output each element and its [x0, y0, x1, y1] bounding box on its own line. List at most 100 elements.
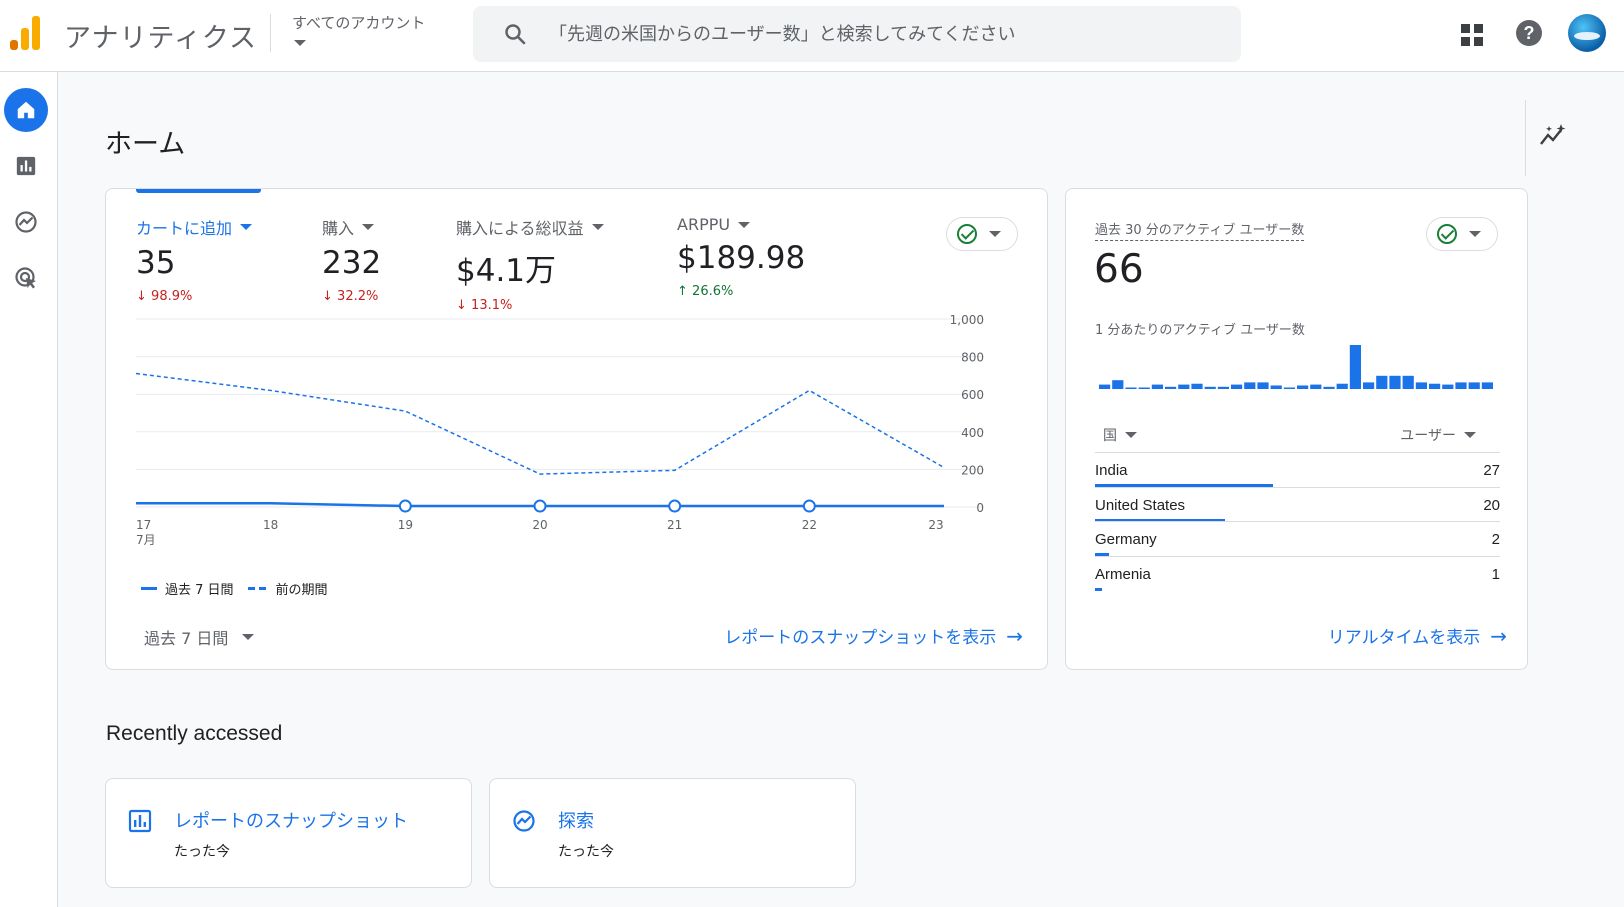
minute-bar: [1455, 382, 1467, 389]
recent-item-time: たった今: [174, 844, 230, 860]
minute-bar: [1415, 382, 1427, 389]
minute-bar: [1349, 345, 1361, 389]
minute-bar: [1442, 384, 1454, 389]
top-bar: アナリティクス すべてのアカウント ?: [0, 0, 1624, 72]
app-title: アナリティクス: [64, 23, 258, 54]
search-bar[interactable]: [473, 6, 1241, 62]
account-selector-label[interactable]: すべてのアカウント: [292, 12, 425, 33]
data-quality-button[interactable]: [1426, 217, 1498, 251]
minute-bar: [1165, 386, 1177, 389]
table-row[interactable]: United States 20: [1095, 486, 1500, 522]
country-name: India: [1095, 462, 1128, 479]
table-row[interactable]: Armenia 1: [1095, 555, 1500, 591]
metric-value: $189.98: [677, 240, 806, 276]
realtime-sub-label: 1 分あたりのアクティブ ユーザー数: [1095, 323, 1305, 338]
account-dropdown-icon[interactable]: [294, 40, 306, 46]
header-divider: [270, 14, 271, 52]
minute-bar: [1363, 382, 1375, 389]
arrow-down-icon: ↓: [136, 289, 147, 304]
user-count: 27: [1483, 462, 1500, 479]
metric-delta: 32.2%: [337, 289, 379, 304]
recent-item-title: レポートのスナップショット: [174, 811, 408, 832]
chevron-down-icon: [738, 221, 751, 228]
chart-legend: 過去 7 日間 前の期間: [141, 579, 328, 598]
minute-bar: [1323, 386, 1335, 389]
x-tick-label: 21: [667, 518, 682, 532]
data-point: [802, 499, 816, 513]
legend-solid-swatch: [141, 587, 157, 590]
realtime-value: 66: [1094, 247, 1144, 292]
analytics-logo-icon[interactable]: [8, 14, 42, 50]
x-tick-label: 19: [398, 518, 413, 532]
minute-bar: [1231, 384, 1243, 389]
nav-reports[interactable]: [4, 144, 48, 188]
minute-bar: [1125, 387, 1137, 389]
chevron-down-icon: [989, 231, 1001, 237]
search-icon: [505, 24, 526, 45]
country-column-label: 国: [1103, 428, 1117, 444]
overview-card: カートに追加 35 ↓ 98.9% 購入 232 ↓ 32.2% 購入による総収…: [105, 188, 1048, 670]
user-count: 20: [1483, 496, 1500, 514]
recent-item-report-snapshot[interactable]: レポートのスナップショット たった今: [105, 778, 472, 888]
view-snapshot-link[interactable]: レポートのスナップショットを表示 →: [724, 623, 1023, 649]
metric-purchases[interactable]: 購入 232 ↓ 32.2%: [322, 215, 381, 304]
report-snapshot-icon: [128, 809, 152, 833]
minute-bar: [1244, 382, 1256, 389]
chevron-down-icon: [242, 634, 255, 640]
search-input[interactable]: [549, 6, 1229, 62]
metric-add-to-cart[interactable]: カートに追加 35 ↓ 98.9%: [136, 215, 253, 304]
user-count: 2: [1491, 531, 1500, 548]
view-realtime-link[interactable]: リアルタイムを表示 →: [1328, 623, 1507, 649]
metric-delta: 98.9%: [151, 289, 193, 304]
minute-bar: [1376, 375, 1388, 389]
help-icon[interactable]: ?: [1516, 20, 1542, 46]
legend-current: 過去 7 日間: [165, 583, 234, 598]
metric-label: 購入による総収益: [456, 219, 584, 238]
country-name: United States: [1095, 496, 1186, 514]
metric-label: 購入: [322, 219, 355, 238]
insights-icon[interactable]: [1539, 124, 1567, 148]
metric-arppu[interactable]: ARPPU $189.98 ↑ 26.6%: [677, 215, 805, 299]
users-column-header[interactable]: ユーザー: [1400, 425, 1476, 445]
data-quality-button[interactable]: [946, 217, 1018, 251]
country-name: Germany: [1095, 531, 1157, 548]
y-tick-label: 200: [961, 463, 984, 477]
metric-purchase-revenue[interactable]: 購入による総収益 $4.1万 ↓ 13.1%: [456, 215, 604, 313]
y-tick-label: 1,000: [950, 313, 984, 327]
advertising-icon: [15, 267, 36, 289]
explore-icon: [15, 211, 37, 233]
table-row[interactable]: India 27: [1095, 452, 1500, 487]
apps-grid-icon[interactable]: [1460, 23, 1484, 47]
arrow-down-icon: ↓: [322, 289, 333, 304]
arrow-up-icon: ↑: [677, 284, 688, 299]
check-circle-icon: [1437, 224, 1457, 244]
realtime-label[interactable]: 過去 30 分のアクティブ ユーザー数: [1095, 219, 1305, 241]
date-range-select[interactable]: 過去 7 日間: [144, 625, 255, 649]
realtime-card: 過去 30 分のアクティブ ユーザー数 66 1 分あたりのアクティブ ユーザー…: [1065, 188, 1528, 670]
nav-explore[interactable]: [4, 200, 48, 244]
page-title: ホーム: [105, 129, 186, 160]
recent-item-explore[interactable]: 探索 たった今: [489, 778, 856, 888]
nav-advertising[interactable]: [4, 256, 48, 300]
active-metric-indicator: [136, 189, 261, 193]
chevron-down-icon: [1464, 432, 1476, 438]
nav-home[interactable]: [4, 88, 48, 132]
minute-bar: [1389, 375, 1401, 389]
insights-divider: [1525, 100, 1526, 176]
minute-bar: [1191, 383, 1203, 389]
metric-value: $4.1万: [456, 253, 557, 289]
legend-dashed-swatch: [247, 587, 268, 590]
avatar[interactable]: [1568, 14, 1606, 52]
x-tick-label: 23: [928, 518, 943, 532]
recent-item-time: たった今: [558, 844, 614, 860]
per-minute-bar-chart: [1099, 345, 1493, 389]
country-column-header[interactable]: 国: [1103, 425, 1137, 445]
legend-previous: 前の期間: [275, 583, 328, 598]
arrow-right-icon: →: [1006, 623, 1023, 648]
x-tick-label: 18: [263, 518, 278, 532]
table-row[interactable]: Germany 2: [1095, 521, 1500, 556]
x-month-label: 7月: [136, 533, 156, 547]
explore-icon: [513, 810, 535, 832]
chevron-down-icon: [362, 224, 375, 230]
previous-period-line: [135, 372, 945, 475]
